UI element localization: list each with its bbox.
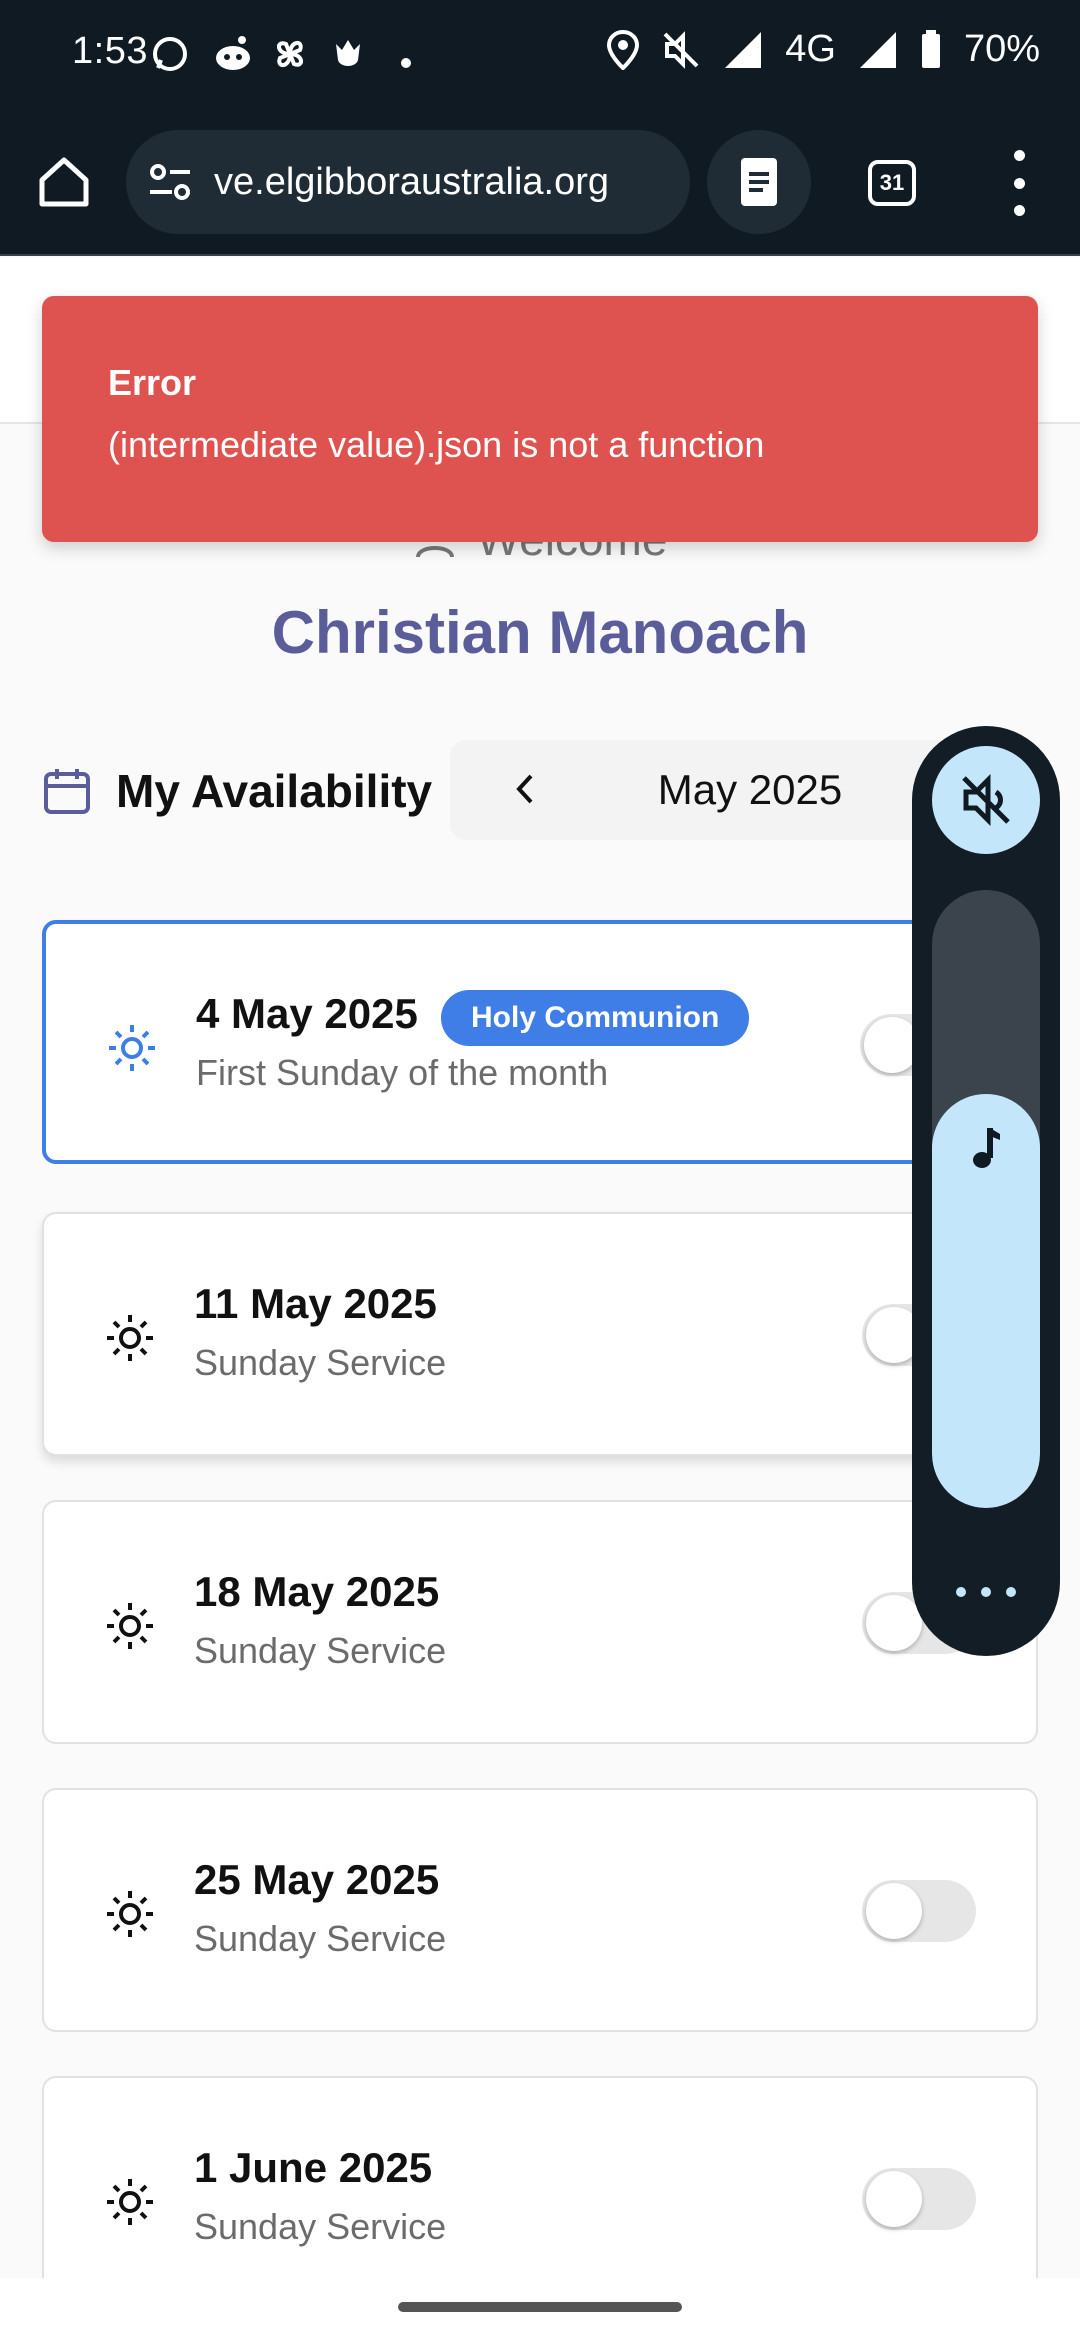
network-type: 4G <box>785 28 836 70</box>
dot-icon <box>400 40 412 77</box>
reader-mode-button[interactable] <box>707 130 811 234</box>
service-date: 11 May 2025 <box>194 1280 437 1327</box>
signal-icon <box>723 30 763 70</box>
home-icon[interactable] <box>34 152 94 212</box>
volume-slider[interactable] <box>932 890 1040 1508</box>
url-text: ve.elgibboraustralia.org <box>214 160 610 203</box>
service-subtitle: Sunday Service <box>194 1630 447 1671</box>
service-card[interactable]: 1 June 2025 Sunday Service <box>42 2076 1038 2278</box>
error-message: (intermediate value).json is not a funct… <box>108 424 765 465</box>
sun-icon <box>109 1025 155 1071</box>
service-card[interactable]: 11 May 2025 Sunday Service <box>42 1212 1038 1456</box>
availability-toggle[interactable] <box>862 1880 976 1942</box>
current-month: May 2025 <box>657 766 843 813</box>
availability-header: My Availability <box>42 741 432 841</box>
pinwheel-icon <box>270 34 310 82</box>
error-title: Error <box>108 362 197 403</box>
status-bar: 1:53 4G 70% <box>0 0 1080 110</box>
sun-icon <box>107 1315 153 1361</box>
user-name: Christian Manoach <box>271 599 809 666</box>
more-menu-icon[interactable] <box>1004 150 1034 216</box>
location-icon <box>607 29 640 70</box>
whatsapp-icon <box>150 34 190 82</box>
browser-toolbar: ve.elgibboraustralia.org 31 <box>0 110 1080 256</box>
service-subtitle: Sunday Service <box>194 1342 447 1383</box>
tab-switcher-button[interactable]: 31 <box>868 160 916 206</box>
service-date: 25 May 2025 <box>194 1856 440 1903</box>
service-card[interactable]: 4 May 2025 Holy Communion First Sunday o… <box>42 920 1038 1164</box>
address-bar[interactable]: ve.elgibboraustralia.org <box>126 130 690 234</box>
vibrate-off-icon <box>661 30 701 70</box>
service-card[interactable]: 18 May 2025 Sunday Service <box>42 1500 1038 1744</box>
service-date: 4 May 2025 <box>196 990 418 1037</box>
site-settings-icon[interactable] <box>148 160 192 204</box>
more-options-icon[interactable] <box>956 1582 1016 1602</box>
signal-icon <box>858 30 898 70</box>
availability-toggle[interactable] <box>862 2168 976 2230</box>
month-selector: May 2025 <box>450 740 970 840</box>
service-date: 18 May 2025 <box>194 1568 440 1615</box>
volume-level-fill <box>932 1094 1040 1508</box>
battery-level: 70% <box>963 28 1040 70</box>
navigation-bar <box>0 2278 1080 2340</box>
sun-icon <box>107 1891 153 1937</box>
holy-communion-badge: Holy Communion <box>441 990 750 1046</box>
sun-icon <box>107 1603 153 1649</box>
battery-icon <box>920 29 942 70</box>
chevron-left-icon <box>516 774 533 804</box>
calendar-icon <box>44 769 90 814</box>
previous-month-button[interactable] <box>500 764 550 814</box>
sun-icon <box>107 2179 153 2225</box>
document-icon <box>741 158 777 206</box>
error-toast[interactable]: Error (intermediate value).json is not a… <box>42 296 1038 542</box>
reddit-icon <box>212 34 254 82</box>
service-subtitle: First Sunday of the month <box>196 1052 609 1093</box>
volume-off-icon <box>962 773 1010 827</box>
service-subtitle: Sunday Service <box>194 2206 447 2247</box>
availability-title: My Availability <box>116 765 433 817</box>
status-time: 1:53 <box>72 30 148 72</box>
mute-toggle-button[interactable] <box>932 746 1040 854</box>
service-date: 1 June 2025 <box>194 2144 433 2191</box>
service-subtitle: Sunday Service <box>194 1918 447 1959</box>
bug-icon <box>328 34 368 82</box>
home-gesture-handle[interactable] <box>398 2302 682 2312</box>
service-card[interactable]: 25 May 2025 Sunday Service <box>42 1788 1038 2032</box>
music-note-icon <box>973 1128 1000 1168</box>
volume-panel <box>912 726 1060 1656</box>
